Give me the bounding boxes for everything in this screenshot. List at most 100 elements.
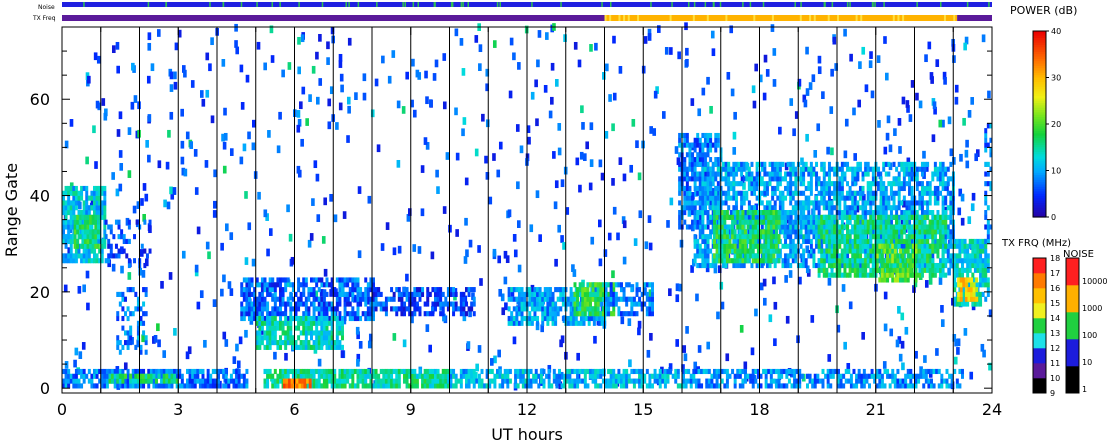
echo-cell bbox=[716, 311, 720, 320]
echo-cell bbox=[87, 205, 91, 211]
echo-cell bbox=[72, 258, 76, 264]
echo-cell bbox=[559, 291, 563, 297]
echo-cell bbox=[320, 315, 324, 322]
echo-cell bbox=[715, 378, 719, 384]
echo-cell bbox=[86, 238, 90, 245]
echo-cell bbox=[359, 368, 363, 375]
echo-cell bbox=[268, 277, 272, 283]
echo-cell bbox=[116, 344, 120, 350]
echo-cell bbox=[492, 153, 496, 161]
echo-cell bbox=[428, 378, 432, 384]
echo-cell bbox=[691, 142, 695, 148]
echo-cell bbox=[530, 306, 534, 312]
echo-cell bbox=[791, 166, 795, 172]
echo-cell bbox=[838, 185, 842, 192]
echo-cell bbox=[307, 340, 311, 346]
echo-cell bbox=[738, 383, 742, 389]
echo-cell bbox=[742, 195, 746, 201]
echo-cell bbox=[622, 368, 626, 375]
echo-cell bbox=[622, 373, 626, 379]
echo-cell bbox=[165, 378, 169, 384]
echo-cell bbox=[390, 287, 394, 293]
echo-cell bbox=[809, 166, 813, 172]
echo-cell bbox=[124, 383, 127, 389]
echo-cell bbox=[148, 219, 152, 225]
echo-cell bbox=[512, 306, 516, 312]
echo-cell bbox=[729, 171, 733, 177]
echo-cell bbox=[83, 224, 87, 230]
echo-cell bbox=[904, 373, 908, 379]
echo-cell bbox=[693, 181, 697, 187]
echo-cell bbox=[405, 71, 410, 80]
echo-cell bbox=[813, 373, 817, 379]
echo-cell bbox=[778, 229, 782, 235]
echo-cell bbox=[809, 171, 813, 177]
echo-cell bbox=[589, 291, 592, 297]
echo-cell bbox=[539, 373, 543, 379]
noise-bar-tick bbox=[916, 2, 918, 7]
echo-cell bbox=[457, 378, 461, 384]
echo-cell bbox=[67, 205, 71, 211]
echo-cell bbox=[72, 210, 76, 216]
echo-cell bbox=[459, 306, 463, 312]
echo-cell bbox=[607, 368, 611, 375]
echo-cell bbox=[76, 229, 80, 235]
echo-cell bbox=[112, 253, 116, 259]
echo-cell bbox=[263, 209, 268, 218]
echo-cell bbox=[520, 311, 524, 317]
echo-cell bbox=[653, 378, 657, 384]
echo-cell bbox=[413, 368, 417, 375]
echo-cell bbox=[240, 291, 244, 297]
echo-cell bbox=[318, 78, 323, 86]
echo-cell bbox=[888, 383, 892, 389]
echo-cell bbox=[750, 181, 754, 187]
echo-cell bbox=[772, 79, 777, 87]
echo-cell bbox=[111, 378, 115, 384]
echo-cell bbox=[72, 205, 76, 211]
echo-cell bbox=[85, 156, 89, 165]
echo-cell bbox=[149, 378, 153, 384]
echo-cell bbox=[351, 277, 355, 283]
echo-cell bbox=[749, 378, 753, 384]
echo-cell bbox=[263, 378, 267, 384]
echo-cell bbox=[541, 296, 545, 302]
echo-cell bbox=[630, 296, 634, 302]
echo-cell bbox=[683, 157, 687, 163]
echo-cell bbox=[701, 87, 706, 96]
echo-cell bbox=[270, 55, 275, 63]
echo-cell bbox=[338, 330, 342, 336]
echo-cell bbox=[858, 166, 862, 172]
echo-cell bbox=[900, 185, 904, 192]
echo-cell bbox=[967, 109, 972, 118]
echo-cell bbox=[755, 185, 759, 192]
echo-cell bbox=[384, 368, 388, 375]
echo-cell bbox=[627, 282, 631, 288]
echo-cell bbox=[790, 383, 794, 389]
echo-cell bbox=[302, 340, 306, 346]
echo-cell bbox=[799, 214, 803, 220]
echo-cell bbox=[625, 378, 629, 384]
echo-cell bbox=[576, 383, 580, 389]
echo-cell bbox=[901, 362, 905, 371]
echo-cell bbox=[127, 238, 131, 245]
echo-cell bbox=[698, 205, 702, 211]
echo-cell bbox=[263, 383, 267, 389]
noise-bar-tick bbox=[749, 2, 752, 7]
echo-cell bbox=[886, 373, 890, 379]
echo-cell bbox=[789, 210, 793, 216]
echo-cell bbox=[843, 176, 847, 182]
echo-cell bbox=[861, 185, 865, 192]
echo-cell bbox=[858, 234, 862, 240]
echo-cell bbox=[861, 171, 865, 177]
echo-cell bbox=[794, 214, 798, 220]
echo-cell bbox=[745, 195, 749, 201]
echo-cell bbox=[193, 378, 197, 384]
echo-cell bbox=[103, 238, 107, 245]
echo-cell bbox=[559, 287, 563, 293]
echo-cell bbox=[785, 315, 790, 324]
echo-cell bbox=[356, 315, 360, 322]
echo-cell bbox=[589, 373, 592, 379]
echo-cell bbox=[600, 301, 604, 307]
echo-cell bbox=[258, 315, 262, 322]
echo-cell bbox=[281, 69, 285, 78]
